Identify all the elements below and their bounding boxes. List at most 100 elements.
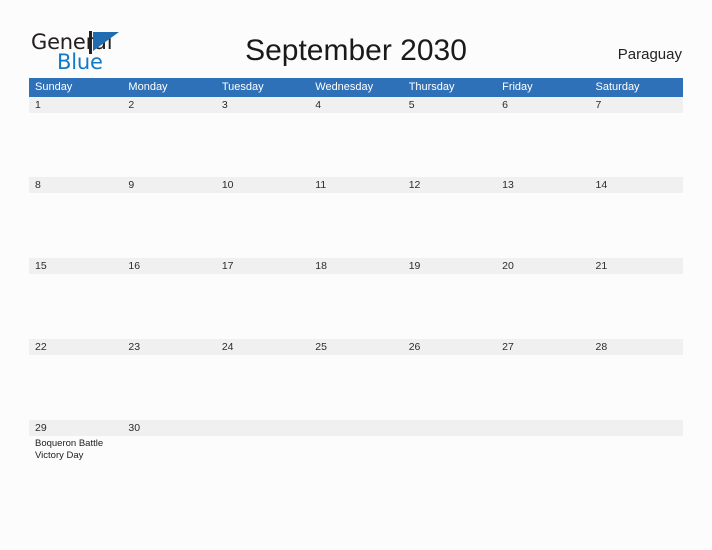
weekday-header-sunday: Sunday (35, 81, 73, 93)
calendar-day-cell[interactable]: 18 (309, 258, 403, 339)
calendar-day-cell[interactable]: 6 (496, 97, 590, 177)
calendar-day-cell[interactable]: 7 (589, 97, 683, 177)
day-number: 6 (496, 97, 590, 113)
calendar-week-row: 1234567 (29, 97, 683, 177)
calendar-day-cell[interactable]: 1 (29, 97, 123, 177)
calendar-day-cell[interactable]: 22 (29, 339, 123, 420)
day-events (496, 355, 589, 357)
day-events (309, 436, 402, 438)
calendar-day-cell[interactable]: 11 (309, 177, 403, 258)
week-cells: 15 16 17 18 19 20 21 (29, 258, 683, 339)
calendar-day-cell-empty (215, 420, 310, 493)
calendar-day-cell[interactable]: 13 (496, 177, 590, 258)
day-number: 9 (122, 177, 216, 193)
calendar-day-cell[interactable]: 19 (402, 258, 497, 339)
day-events (122, 193, 215, 195)
day-number: 22 (29, 339, 123, 355)
day-number: 15 (29, 258, 123, 274)
day-events (590, 113, 683, 115)
page-title: September 2030 (245, 34, 467, 67)
calendar-day-cell[interactable]: 27 (496, 339, 590, 420)
calendar-day-cell[interactable]: 25 (309, 339, 403, 420)
calendar-week-row: 29 Boqueron Battle Victory Day 30 (29, 420, 683, 493)
day-number: 29 (29, 420, 123, 436)
day-number: 1 (29, 97, 123, 113)
calendar-day-cell[interactable]: 14 (589, 177, 683, 258)
day-number: 19 (402, 258, 497, 274)
calendar-day-cell[interactable]: 17 (215, 258, 310, 339)
day-events (122, 113, 215, 115)
day-number (309, 420, 403, 436)
day-events (216, 436, 309, 438)
week-cells: 22 23 24 25 26 27 28 (29, 339, 683, 420)
day-events (309, 113, 402, 115)
calendar-day-cell[interactable]: 21 (589, 258, 683, 339)
calendar-day-cell[interactable]: 29 Boqueron Battle Victory Day (29, 420, 123, 493)
calendar-weeks: 1 2 3 4 5 6 7 8 9 10 11 12 13 14 15 16 17 18 19 20 21 22 23 24 2… (29, 97, 683, 493)
calendar-day-cell[interactable]: 30 (122, 420, 216, 493)
day-number: 12 (402, 177, 497, 193)
weekday-header-thursday: Thursday (408, 81, 455, 93)
calendar-day-cell[interactable]: 16 (122, 258, 216, 339)
day-events (309, 355, 402, 357)
calendar-day-cell[interactable]: 24 (215, 339, 310, 420)
day-events (216, 274, 309, 276)
day-number (215, 420, 310, 436)
calendar-week-row: 15 16 17 18 19 20 21 (29, 258, 683, 339)
calendar-day-cell[interactable]: 15 (29, 258, 123, 339)
day-events (403, 274, 496, 276)
calendar-day-cell[interactable]: 8 (29, 177, 123, 258)
weekday-header-saturday: Saturday (595, 81, 640, 93)
day-number: 27 (496, 339, 590, 355)
weekday-header-tuesday: Tuesday (221, 81, 264, 93)
day-number: 25 (309, 339, 403, 355)
day-events (496, 113, 589, 115)
day-events (216, 113, 309, 115)
day-number: 14 (589, 177, 683, 193)
day-events: Boqueron Battle Victory Day (29, 436, 122, 461)
calendar-day-cell-empty (589, 420, 683, 493)
day-number: 2 (122, 97, 216, 113)
day-number: 18 (309, 258, 403, 274)
calendar-day-cell[interactable]: 5 (402, 97, 497, 177)
day-events (29, 113, 122, 115)
calendar-day-cell[interactable]: 4 (309, 97, 403, 177)
day-number: 17 (215, 258, 310, 274)
calendar-day-cell[interactable]: 23 (122, 339, 216, 420)
calendar-day-cell[interactable]: 9 (122, 177, 216, 258)
day-events (29, 274, 122, 276)
day-number: 28 (589, 339, 683, 355)
day-events (29, 355, 122, 357)
day-number (402, 420, 497, 436)
day-number: 13 (496, 177, 590, 193)
calendar-day-cell[interactable]: 28 (589, 339, 683, 420)
calendar-week-row: 22 23 24 25 26 27 28 (29, 339, 683, 420)
weekday-header-friday: Friday (502, 81, 533, 93)
weekday-header-wednesday: Wednesday (315, 81, 374, 93)
day-events (590, 355, 683, 357)
day-events (496, 193, 589, 195)
day-events (216, 193, 309, 195)
day-events (309, 274, 402, 276)
day-events (122, 436, 215, 438)
calendar-day-cell[interactable]: 20 (496, 258, 590, 339)
calendar-page: General Blue September 2030 Paraguay Sun… (0, 0, 712, 550)
calendar-day-cell[interactable]: 12 (402, 177, 497, 258)
week-cells: 8 9 10 11 12 13 14 (29, 177, 683, 258)
day-number: 4 (309, 97, 403, 113)
calendar-day-cell[interactable]: 2 (122, 97, 216, 177)
week-cells: 1234567 (29, 97, 683, 177)
day-number: 20 (496, 258, 590, 274)
calendar-day-cell[interactable]: 10 (215, 177, 310, 258)
day-events (122, 274, 215, 276)
day-number: 30 (122, 420, 216, 436)
day-events (403, 436, 496, 438)
calendar-day-cell[interactable]: 3 (215, 97, 310, 177)
day-number: 7 (589, 97, 683, 113)
calendar-day-cell[interactable]: 26 (402, 339, 497, 420)
day-events (403, 355, 496, 357)
day-events (122, 355, 215, 357)
day-events (496, 436, 589, 438)
day-number: 16 (122, 258, 216, 274)
day-events (496, 274, 589, 276)
